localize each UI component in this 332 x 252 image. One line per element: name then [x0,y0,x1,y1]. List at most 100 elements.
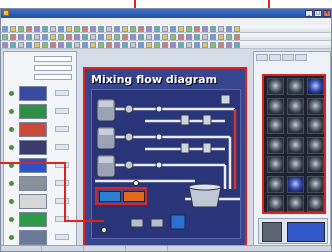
toolbar-button[interactable] [162,42,168,48]
property-field[interactable] [34,65,72,71]
toolbar-button[interactable] [178,42,184,48]
thumbnail-field[interactable] [55,234,69,240]
toolbar-button[interactable] [18,34,24,40]
toolbar-button[interactable] [58,34,64,40]
toolbar-button[interactable] [130,34,136,40]
toolbar-button[interactable] [42,42,48,48]
toolbar-button[interactable] [42,34,48,40]
toolbar-button[interactable] [114,42,120,48]
toolbar-button[interactable] [154,26,160,32]
library-symbol-icon[interactable] [307,156,324,173]
toolbar-button[interactable] [162,26,168,32]
toolbar-button[interactable] [10,26,16,32]
library-tab[interactable] [282,54,294,61]
valve-icon[interactable] [124,104,134,114]
toolbar-button[interactable] [82,42,88,48]
toolbar-button[interactable] [90,34,96,40]
valve-icon[interactable] [124,160,134,170]
toolbar-button[interactable] [178,26,184,32]
hmi-stop-button[interactable] [123,191,145,202]
toolbar-button[interactable] [130,42,136,48]
toolbar-button[interactable] [74,26,80,32]
toolbar-button[interactable] [202,34,208,40]
toolbar-button[interactable] [210,26,216,32]
thumbnail-field[interactable] [55,198,69,204]
toolbar-button[interactable] [122,42,128,48]
library-symbol-icon[interactable] [287,78,304,95]
toolbar-button[interactable] [162,34,168,40]
toolbar-button[interactable] [194,42,200,48]
library-symbol-icon[interactable] [287,117,304,134]
property-field[interactable] [34,74,72,80]
valve-icon[interactable] [155,105,163,113]
thumbnail-field[interactable] [55,144,69,150]
toolbar-button[interactable] [178,34,184,40]
library-symbol-icon[interactable] [267,136,284,154]
toolbar-button[interactable] [218,42,224,48]
toolbar-button[interactable] [50,34,56,40]
thumbnail-field[interactable] [55,180,69,186]
valve-icon[interactable] [155,133,163,141]
mixer-icon[interactable] [188,183,222,208]
library-symbol-icon[interactable] [307,136,324,154]
toolbar-button[interactable] [2,42,8,48]
toolbar-button[interactable] [114,34,120,40]
toolbar-button[interactable] [18,42,24,48]
toolbar-button[interactable] [146,34,152,40]
toolbar-button[interactable] [26,42,32,48]
minimize-button[interactable]: _ [305,10,313,17]
toolbar-button[interactable] [106,34,112,40]
library-symbol-icon[interactable] [307,78,324,95]
library-symbol-icon[interactable] [267,195,284,212]
toolbar-button[interactable] [74,34,80,40]
motor-icon[interactable] [150,218,164,228]
toolbar-button[interactable] [122,34,128,40]
motor-icon[interactable] [130,218,144,228]
library-symbol-icon[interactable] [267,78,284,95]
maximize-button[interactable]: □ [314,10,322,17]
gauge-icon[interactable] [180,114,190,126]
toolbar-button[interactable] [106,42,112,48]
library-tab[interactable] [256,54,268,61]
library-symbol-icon[interactable] [307,117,324,134]
gauge-icon[interactable] [180,142,190,154]
hmi-start-button[interactable] [99,191,121,202]
thumbnail-field[interactable] [55,126,69,132]
toolbar-button[interactable] [218,34,224,40]
toolbar-button[interactable] [34,26,40,32]
toolbar-button[interactable] [82,34,88,40]
toolbar-button[interactable] [234,42,240,48]
toolbar-button[interactable] [50,42,56,48]
toolbar-button[interactable] [58,26,64,32]
toolbar-button[interactable] [186,42,192,48]
gauge-icon[interactable] [202,114,212,126]
toolbar-button[interactable] [186,34,192,40]
toolbar-button[interactable] [34,42,40,48]
toolbar-button[interactable] [138,26,144,32]
toolbar-button[interactable] [98,26,104,32]
toolbar-button[interactable] [202,42,208,48]
toolbar-button[interactable] [58,42,64,48]
toolbar-button[interactable] [10,42,16,48]
toolbar-button[interactable] [2,26,8,32]
toolbar-button[interactable] [90,42,96,48]
toolbar-button[interactable] [234,26,240,32]
toolbar-button[interactable] [10,34,16,40]
toolbar-button[interactable] [170,42,176,48]
library-symbol-icon[interactable] [267,97,284,115]
toolbar-button[interactable] [42,26,48,32]
display-panel-icon[interactable] [170,214,186,230]
toolbar-button[interactable] [170,34,176,40]
toolbar-button[interactable] [226,26,232,32]
toolbar-button[interactable] [210,34,216,40]
toolbar-button[interactable] [106,26,112,32]
toolbar-button[interactable] [154,42,160,48]
library-symbol-icon[interactable] [307,97,324,115]
toolbar-button[interactable] [218,26,224,32]
gauge-icon[interactable] [220,94,231,105]
library-tab[interactable] [269,54,281,61]
valve-icon[interactable] [124,132,134,142]
toolbar-button[interactable] [210,42,216,48]
library-symbol-icon[interactable] [287,156,304,173]
toolbar-button[interactable] [74,42,80,48]
